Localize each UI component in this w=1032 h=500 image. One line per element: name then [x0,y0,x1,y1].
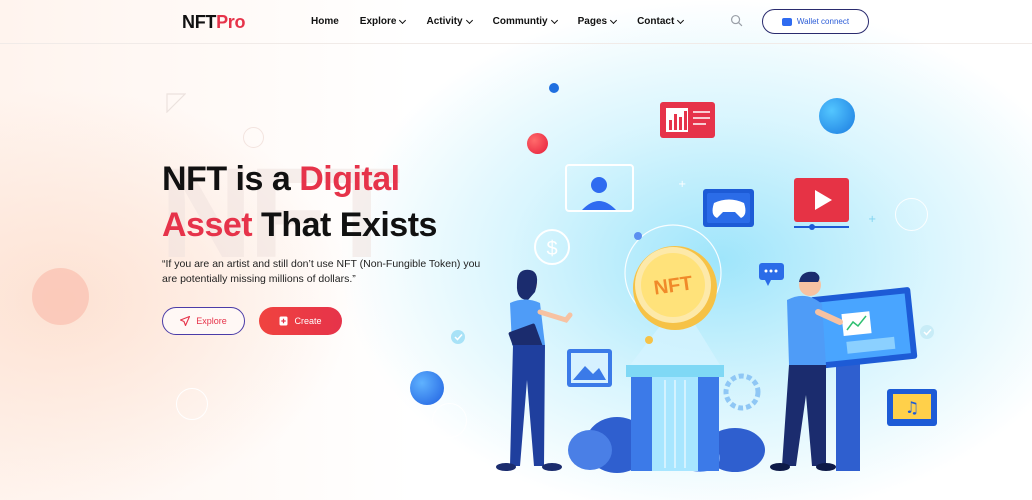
triangle-outline-icon [166,93,186,113]
nav-item-contact[interactable]: Contact [637,16,685,27]
nav-item-community[interactable]: Communtiy [492,16,558,27]
search-icon[interactable] [730,14,743,27]
create-button[interactable]: Create [259,307,342,335]
explore-label: Explore [196,316,227,326]
hero-title-highlight: Asset [162,206,253,244]
explore-button[interactable]: Explore [162,307,245,335]
nav-item-label: Activity [426,16,463,27]
chevron-down-icon [399,16,407,24]
nav-item-label: Home [311,16,339,27]
svg-text:+: + [678,179,686,190]
nav-item-activity[interactable]: Activity [426,16,473,27]
svg-text:$: $ [546,238,557,260]
create-label: Create [294,316,322,326]
wallet-connect-label: Wallet connect [796,17,850,26]
svg-text:+: + [868,214,876,225]
hero-title-highlight: Digital [299,160,400,198]
decor-peach-circle [32,268,89,325]
nav-item-label: Explore [359,16,397,27]
nav-item-label: Contact [637,16,675,27]
logo-nft: NFT [182,12,217,32]
wallet-icon [781,17,792,26]
hero-title-line1: NFT is a Digital [162,156,437,202]
paper-plane-icon [180,316,191,326]
logo-pro: Pro [216,12,246,32]
logo[interactable]: NFTPro [182,12,246,33]
add-file-icon [279,316,288,326]
hero-title: NFT is a Digital Asset That Exists [162,156,437,248]
chevron-down-icon [610,16,618,24]
top-navbar: NFTPro Home Explore Activity Communtiy P… [0,0,1032,44]
main-menu: Home Explore Activity Communtiy Pages Co… [311,16,685,27]
nav-item-home[interactable]: Home [311,16,339,27]
chevron-down-icon [465,16,473,24]
chevron-down-icon [550,16,558,24]
wallet-connect-button[interactable]: Wallet connect [762,9,869,34]
nav-item-explore[interactable]: Explore [359,16,407,27]
nft-illustration: NFT $ ♫ + + [451,102,937,473]
decor-ring [176,388,208,420]
hero-title-line2: Asset That Exists [162,202,437,248]
nav-item-label: Communtiy [492,16,548,27]
hero-title-text: NFT is a [162,160,300,198]
chevron-down-icon [677,16,685,24]
svg-text:♫: ♫ [905,398,919,417]
nav-item-label: Pages [577,16,608,27]
nav-item-pages[interactable]: Pages [577,16,618,27]
